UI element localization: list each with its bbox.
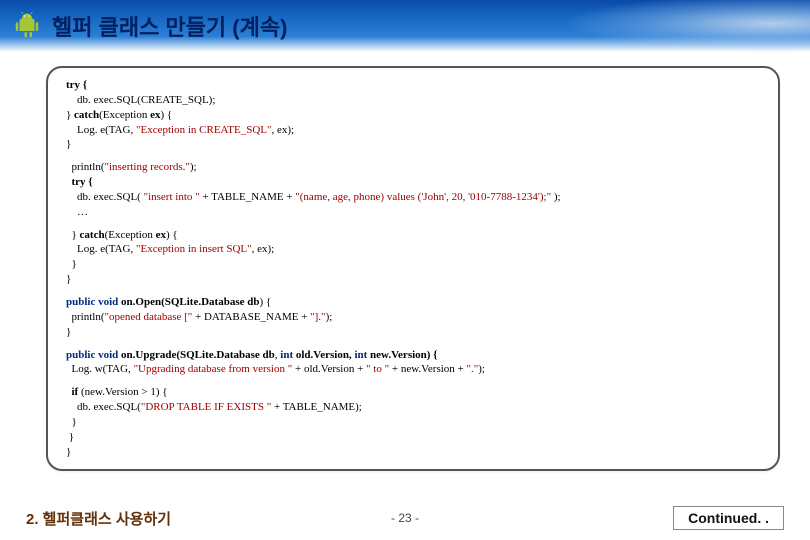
- slide-footer: 2. 헬퍼클래스 사용하기 - 23 - Continued. .: [0, 504, 810, 532]
- code-line: }: [66, 430, 764, 445]
- code-line: }: [66, 137, 764, 152]
- code-line: try {: [66, 79, 87, 91]
- code-line: }: [66, 272, 764, 287]
- code-sample: try { db. exec.SQL(CREATE_SQL); } catch(…: [46, 66, 780, 471]
- slide-header: 헬퍼 클래스 만들기 (계속): [0, 0, 810, 52]
- code-line: }: [66, 415, 764, 430]
- code-line: try {: [66, 176, 93, 188]
- slide-title: 헬퍼 클래스 만들기 (계속): [52, 10, 287, 42]
- section-label: 2. 헬퍼클래스 사용하기: [26, 508, 171, 529]
- code-line: …: [66, 205, 764, 220]
- code-line: }: [66, 325, 764, 340]
- code-line: }: [66, 257, 764, 272]
- android-icon: [12, 11, 42, 41]
- continued-badge: Continued. .: [673, 506, 784, 530]
- code-line: db. exec.SQL(CREATE_SQL);: [66, 93, 764, 108]
- code-line: }: [66, 445, 764, 460]
- page-number: - 23 -: [391, 511, 419, 525]
